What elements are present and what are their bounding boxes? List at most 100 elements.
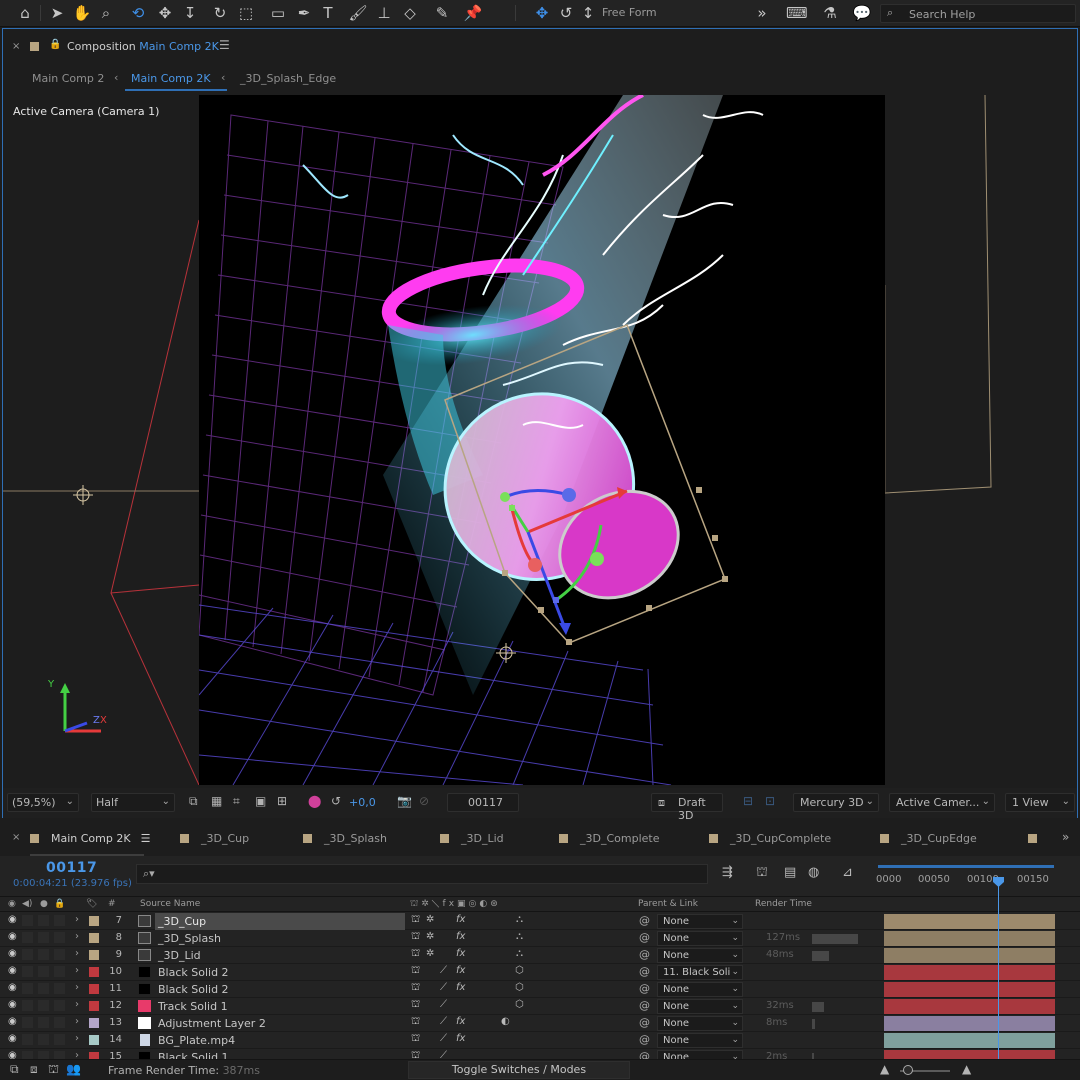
audio-toggle[interactable]	[22, 966, 33, 977]
layer-duration-bar[interactable]	[884, 1016, 1055, 1031]
3d-layer-switch-icon[interactable]: ⛬	[516, 948, 523, 959]
parent-select[interactable]: None ⌄	[657, 1033, 743, 1048]
effects-switch-icon[interactable]: fx	[456, 931, 465, 942]
shy-switch-icon[interactable]: ⛫	[411, 931, 420, 944]
pick-whip-icon[interactable]: @	[639, 1033, 650, 1046]
layer-name[interactable]: Black Solid 2	[155, 981, 405, 998]
eye-icon[interactable]: ◉	[8, 1016, 17, 1027]
lock-toggle[interactable]	[54, 1034, 65, 1045]
effects-switch-icon[interactable]: fx	[456, 948, 465, 959]
type-tool-icon[interactable]: T	[318, 3, 338, 23]
transparency-grid-icon[interactable]: ▦	[211, 794, 222, 808]
parent-select[interactable]: None ⌄	[657, 999, 743, 1014]
view-layout-select[interactable]: 1 View ⌄	[1005, 793, 1075, 812]
show-channel-icon[interactable]: ⬤	[308, 794, 321, 808]
search-help-input[interactable]: ⌕ Search Help	[880, 4, 1076, 23]
resolution-select[interactable]: Half ⌄	[91, 793, 175, 812]
vertical-axis-icon[interactable]: ↕	[578, 3, 598, 23]
eye-icon[interactable]: ◉	[8, 914, 17, 925]
layer-row[interactable]: ◉ › 14 BG_Plate.mp4 ⛫ ⟋ fx @ None ⌄	[0, 1032, 1080, 1049]
shy-layers-icon[interactable]: ⛫	[756, 865, 768, 882]
effects-switch-icon[interactable]: fx	[456, 914, 465, 925]
quality-switch-icon[interactable]: ⟋	[440, 1016, 447, 1027]
collapse-switch-icon[interactable]: ✲	[426, 948, 434, 959]
zoom-tool-icon[interactable]: ⌕	[96, 3, 116, 23]
show-snapshot-icon[interactable]: ⊘	[419, 794, 429, 808]
layer-name[interactable]: BG_Plate.mp4	[155, 1032, 405, 1049]
effects-switch-icon[interactable]: fx	[456, 982, 465, 993]
quality-switch-icon[interactable]: ⟋	[440, 965, 447, 976]
audio-toggle[interactable]	[22, 1034, 33, 1045]
current-frame-field[interactable]: 00117	[447, 793, 519, 812]
lock-toggle[interactable]	[54, 966, 65, 977]
breadcrumb-item-active[interactable]: Main Comp 2K	[131, 72, 211, 85]
reset-exposure-icon[interactable]: ↺	[331, 794, 341, 808]
layer-name[interactable]: _3D_Cup	[155, 913, 405, 930]
audio-toggle[interactable]	[22, 1017, 33, 1028]
effects-switch-icon[interactable]: fx	[456, 1033, 465, 1044]
comp-flowchart-icon[interactable]: ⇶	[722, 865, 733, 880]
in-out-icon[interactable]: ⛫	[48, 1062, 59, 1078]
audio-toggle[interactable]	[22, 949, 33, 960]
tab-3d-cup[interactable]: _3D_Cup	[180, 832, 249, 845]
3d-ground-plane-icon[interactable]: ⊟	[743, 794, 753, 808]
pick-whip-icon[interactable]: @	[639, 965, 650, 978]
grid-guides-icon[interactable]: ⊞	[277, 794, 287, 808]
shy-switch-icon[interactable]: ⛫	[411, 1016, 420, 1029]
motion-blur-icon[interactable]: ◍	[808, 865, 819, 880]
pick-whip-icon[interactable]: @	[639, 982, 650, 995]
solo-column-icon[interactable]: ●	[40, 899, 48, 909]
workspace-icon[interactable]: ⌨	[786, 3, 808, 23]
eye-icon[interactable]: ◉	[8, 1033, 17, 1044]
tab-menu-icon[interactable]: ☰	[141, 832, 151, 845]
renderer-select[interactable]: Mercury 3D ⌄	[793, 793, 879, 812]
tab-3d-complete[interactable]: _3D_Complete	[559, 832, 659, 845]
eye-icon[interactable]: ◉	[8, 965, 17, 976]
pick-whip-icon[interactable]: @	[639, 999, 650, 1012]
pick-whip-icon[interactable]: @	[639, 1016, 650, 1029]
move-axis-icon[interactable]: ✥	[532, 3, 552, 23]
toggle-switches-modes-button[interactable]: Toggle Switches / Modes	[408, 1061, 630, 1079]
light-marker-icon[interactable]	[73, 485, 93, 505]
comments-icon[interactable]: 💬	[852, 3, 872, 23]
tab-3d-splash[interactable]: _3D_Splash	[303, 832, 387, 845]
label-color[interactable]	[89, 1018, 99, 1028]
hand-tool-icon[interactable]: ✋	[72, 3, 92, 23]
quality-switch-icon[interactable]: ⟋	[440, 982, 447, 993]
shy-switch-icon[interactable]: ⛫	[411, 1033, 420, 1046]
zoom-out-icon[interactable]: ▲	[880, 1062, 889, 1076]
panel-menu-icon[interactable]: ☰	[219, 38, 230, 52]
audio-toggle[interactable]	[22, 932, 33, 943]
label-color[interactable]	[89, 967, 99, 977]
orbit-camera-tool-icon[interactable]: ⟲	[128, 3, 148, 23]
shy-switch-icon[interactable]: ⛫	[411, 914, 420, 927]
pick-whip-icon[interactable]: @	[639, 931, 650, 944]
close-panel-icon[interactable]: ×	[12, 41, 20, 52]
lock-icon[interactable]: 🔒	[49, 39, 61, 50]
expand-chevron-icon[interactable]: ›	[75, 931, 79, 942]
roto-brush-tool-icon[interactable]: ✎	[432, 3, 452, 23]
audio-toggle[interactable]	[22, 1000, 33, 1011]
breadcrumb-item[interactable]: Main Comp 2	[32, 72, 104, 85]
layer-row[interactable]: ◉ › 11 Black Solid 2 ⛫ ⟋ fx ⬡ @ None ⌄	[0, 981, 1080, 998]
shy-switch-icon[interactable]: ⛫	[411, 948, 420, 961]
layer-name[interactable]: Black Solid 2	[155, 964, 405, 981]
transfer-controls-icon[interactable]: ⧈	[30, 1062, 38, 1077]
label-color[interactable]	[89, 1035, 99, 1045]
tab-main-comp-2k[interactable]: Main Comp 2K ☰	[30, 832, 150, 845]
quality-switch-icon[interactable]: ⟋	[440, 999, 447, 1010]
lock-toggle[interactable]	[54, 983, 65, 994]
parent-select[interactable]: None ⌄	[657, 931, 743, 946]
label-color[interactable]	[89, 950, 99, 960]
tab-3d-cupcomplete[interactable]: _3D_CupComplete	[709, 832, 831, 845]
eye-icon[interactable]: ◉	[8, 982, 17, 993]
label-color[interactable]	[89, 916, 99, 926]
eye-icon[interactable]: ◉	[8, 931, 17, 942]
solo-toggle[interactable]	[38, 915, 49, 926]
work-area-bar[interactable]	[878, 865, 1054, 868]
collapse-switch-icon[interactable]: ✲	[426, 931, 434, 942]
layer-duration-bar[interactable]	[884, 965, 1055, 980]
layer-duration-bar[interactable]	[884, 1033, 1055, 1048]
selection-tool-icon[interactable]: ➤	[47, 3, 67, 23]
region-of-interest-icon[interactable]: ▣	[255, 794, 266, 808]
